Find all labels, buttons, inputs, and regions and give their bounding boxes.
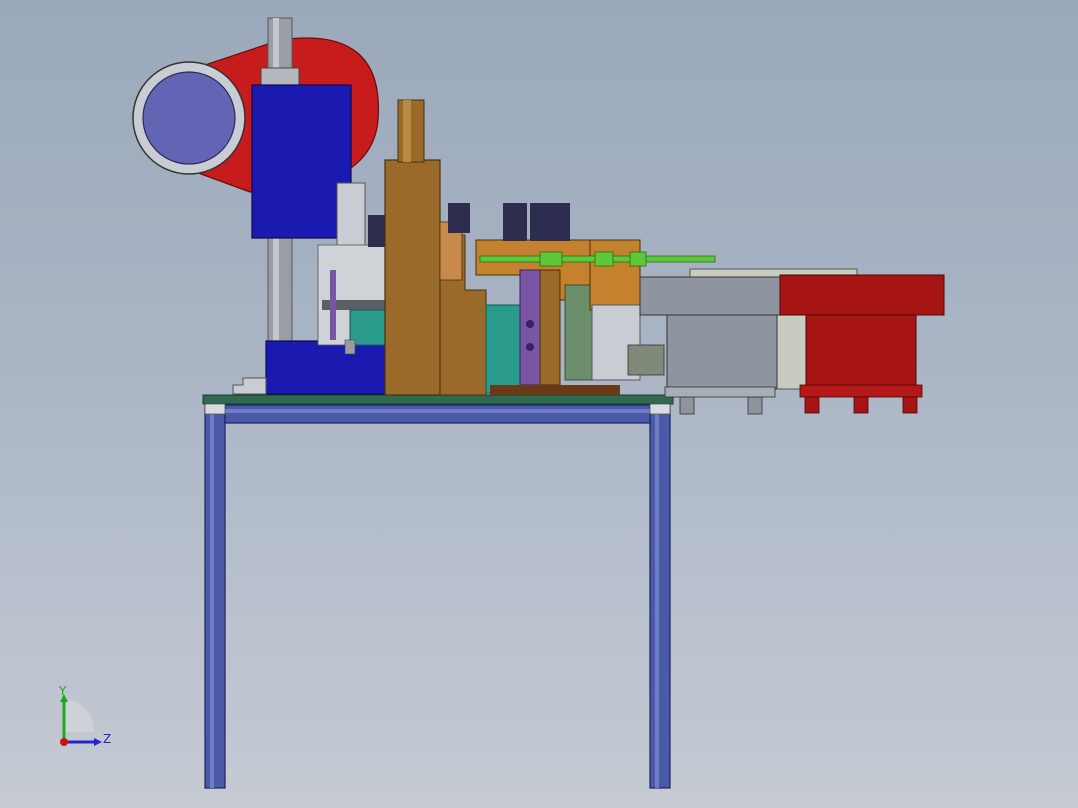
red-foot-1	[804, 396, 820, 414]
rod-joint-c	[629, 251, 647, 267]
column-bracket	[384, 159, 441, 396]
corner-cap-right	[649, 403, 671, 415]
teal-block	[485, 304, 523, 394]
pulley-face	[142, 71, 236, 165]
table-frame[interactable]	[202, 394, 674, 789]
table-leg-left	[204, 403, 226, 789]
column-pin-highlight	[403, 100, 411, 162]
corner-cap-left	[204, 403, 226, 415]
gray-bowl-top	[639, 276, 805, 316]
table-crossbar-highlight	[225, 409, 650, 413]
die-block-teal	[349, 309, 389, 346]
machine-assembly-model[interactable]	[0, 0, 1078, 808]
lower-plate	[490, 385, 620, 395]
red-base	[799, 384, 923, 398]
slider-hole-2	[526, 343, 534, 351]
y-axis-label: Y	[58, 686, 67, 698]
red-bowl-body	[805, 314, 917, 388]
sensor-cap-a	[448, 203, 470, 233]
base-steps	[232, 377, 267, 395]
sensor-cap-d	[552, 203, 570, 241]
triad-origin	[60, 738, 68, 746]
sensor-cap-b	[503, 203, 527, 241]
motor-housing	[251, 84, 352, 239]
triad-plane	[64, 699, 95, 732]
bolt	[344, 339, 356, 355]
frame-end	[589, 239, 641, 311]
table-leg-right-highlight	[655, 404, 659, 788]
table-leg-left-highlight	[210, 404, 214, 788]
z-arrow-head	[94, 738, 102, 746]
slider-hole-1	[526, 320, 534, 328]
z-axis-label: Z	[103, 732, 111, 746]
table-top-plate	[202, 394, 674, 405]
post-nut	[260, 67, 300, 87]
gray-foot-1	[679, 396, 695, 415]
sensor-cap-c	[530, 203, 552, 241]
gray-base	[664, 386, 776, 398]
gray-bowl-body	[666, 314, 778, 389]
feeder-bowls[interactable]	[639, 268, 945, 415]
table-leg-right	[649, 403, 671, 789]
guide-pin	[330, 270, 336, 340]
red-foot-3	[902, 396, 918, 414]
press-base	[265, 340, 389, 395]
rod-joint-b	[594, 251, 614, 267]
cad-viewport[interactable]: Y Z	[0, 0, 1078, 808]
orientation-triad[interactable]: Y Z	[48, 686, 128, 756]
chute-gate	[627, 344, 665, 376]
right-slider	[539, 269, 561, 386]
gray-foot-2	[747, 396, 763, 415]
red-bowl-top	[779, 274, 945, 316]
red-foot-2	[853, 396, 869, 414]
table-crossbar	[224, 404, 651, 424]
rod-joint-a	[539, 251, 563, 267]
